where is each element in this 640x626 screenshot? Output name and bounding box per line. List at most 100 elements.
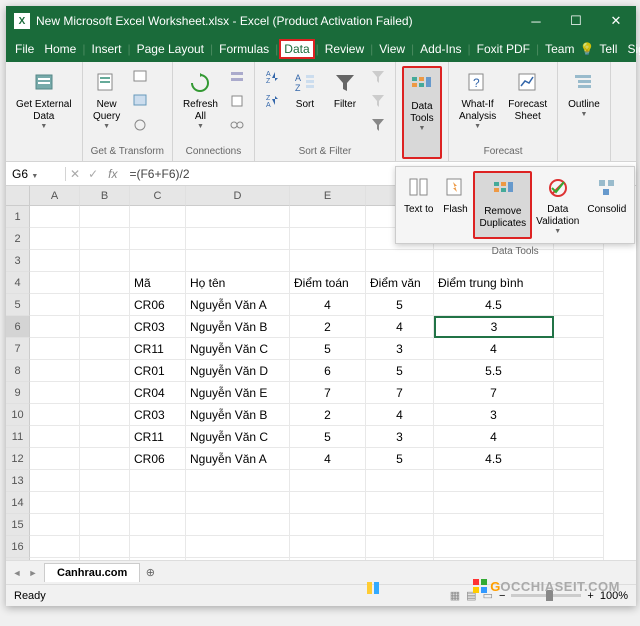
cell[interactable] [80,360,130,382]
properties-button[interactable] [226,90,248,112]
cell[interactable] [186,558,290,560]
clear-filter-button[interactable] [367,66,389,88]
show-queries-button[interactable] [129,66,151,88]
cell[interactable] [30,272,80,294]
cell[interactable]: 4.5 [434,448,554,470]
cell[interactable] [80,514,130,536]
cell[interactable] [290,558,366,560]
cell[interactable]: CR03 [130,316,186,338]
row-header[interactable]: 9 [6,382,30,404]
tab-formulas[interactable]: Formulas [214,39,274,59]
cell[interactable]: Nguyễn Văn C [186,338,290,360]
cell[interactable] [366,470,434,492]
cell[interactable]: Nguyễn Văn A [186,294,290,316]
zoom-in-button[interactable]: + [587,590,593,602]
cell[interactable] [30,514,80,536]
tab-foxit-pdf[interactable]: Foxit PDF [472,39,535,59]
cell[interactable]: 3 [434,404,554,426]
close-button[interactable]: ✕ [596,6,636,36]
cell[interactable] [434,470,554,492]
cell[interactable] [80,338,130,360]
cell[interactable] [80,316,130,338]
select-all-corner[interactable] [6,186,30,206]
cell[interactable] [30,360,80,382]
sort-za-button[interactable]: ZA [261,90,283,112]
what-if-button[interactable]: ? What-If Analysis▼ [455,66,500,144]
cell[interactable]: 4.5 [434,294,554,316]
cell[interactable] [130,250,186,272]
cell[interactable] [30,294,80,316]
sort-button[interactable]: AZ Sort [287,66,323,144]
cell[interactable] [554,514,604,536]
cell[interactable] [80,382,130,404]
cell[interactable] [80,294,130,316]
row-header[interactable]: 17 [6,558,30,560]
cell[interactable] [80,228,130,250]
sign-in[interactable]: Sign in [622,39,640,59]
advanced-button[interactable] [367,114,389,136]
cell[interactable] [366,492,434,514]
cell[interactable]: 5 [290,338,366,360]
cell[interactable] [434,558,554,560]
forecast-sheet-button[interactable]: Forecast Sheet [504,66,551,144]
cell[interactable] [554,558,604,560]
connections-button[interactable] [226,66,248,88]
row-header[interactable]: 2 [6,228,30,250]
cell[interactable] [290,250,366,272]
cell[interactable] [434,536,554,558]
cell[interactable]: 5 [366,360,434,382]
cell[interactable] [30,470,80,492]
cell[interactable] [554,272,604,294]
sheet-tab[interactable]: Canhrau.com [44,563,140,582]
filter-button[interactable]: Filter [327,66,363,144]
cell[interactable]: CR06 [130,294,186,316]
data-tools-button[interactable]: Data Tools▼ [402,66,442,159]
cell[interactable]: Nguyễn Văn C [186,426,290,448]
cell[interactable] [186,206,290,228]
row-header[interactable]: 3 [6,250,30,272]
cell[interactable] [290,206,366,228]
tab-data[interactable]: Data [279,39,314,59]
cell[interactable]: Nguyễn Văn B [186,316,290,338]
cell[interactable]: 3 [434,316,554,338]
cell[interactable] [80,558,130,560]
row-header[interactable]: 14 [6,492,30,514]
cell[interactable] [30,382,80,404]
cell[interactable] [186,492,290,514]
minimize-button[interactable]: ─ [516,6,556,36]
row-header[interactable]: 7 [6,338,30,360]
cell[interactable] [186,228,290,250]
cell[interactable] [554,404,604,426]
row-header[interactable]: 5 [6,294,30,316]
consolidate-button[interactable]: Consolid [583,171,630,239]
cell[interactable] [554,492,604,514]
cell[interactable]: Họ tên [186,272,290,294]
tab-review[interactable]: Review [320,39,369,59]
sort-az-button[interactable]: AZ [261,66,283,88]
cell[interactable]: 3 [366,426,434,448]
enter-icon[interactable]: ✓ [84,167,102,181]
view-break-icon[interactable]: ▭ [483,589,493,602]
cell[interactable] [366,250,434,272]
cell[interactable]: CR01 [130,360,186,382]
view-layout-icon[interactable]: ▤ [466,589,476,602]
cell[interactable]: CR06 [130,448,186,470]
cell[interactable] [30,250,80,272]
cell[interactable] [80,448,130,470]
cell[interactable] [554,316,604,338]
row-header[interactable]: 13 [6,470,30,492]
cell[interactable]: 2 [290,316,366,338]
cell[interactable] [290,470,366,492]
tab-view[interactable]: View [374,39,410,59]
row-header[interactable]: 15 [6,514,30,536]
row-header[interactable]: 4 [6,272,30,294]
cell[interactable]: 6 [290,360,366,382]
cell[interactable]: CR03 [130,404,186,426]
cell[interactable] [434,492,554,514]
recent-sources-button[interactable] [129,114,151,136]
cell[interactable] [434,514,554,536]
tab-team[interactable]: Team [540,39,579,59]
cell[interactable] [30,536,80,558]
row-header[interactable]: 1 [6,206,30,228]
flash-fill-button[interactable]: Flash [437,171,473,239]
